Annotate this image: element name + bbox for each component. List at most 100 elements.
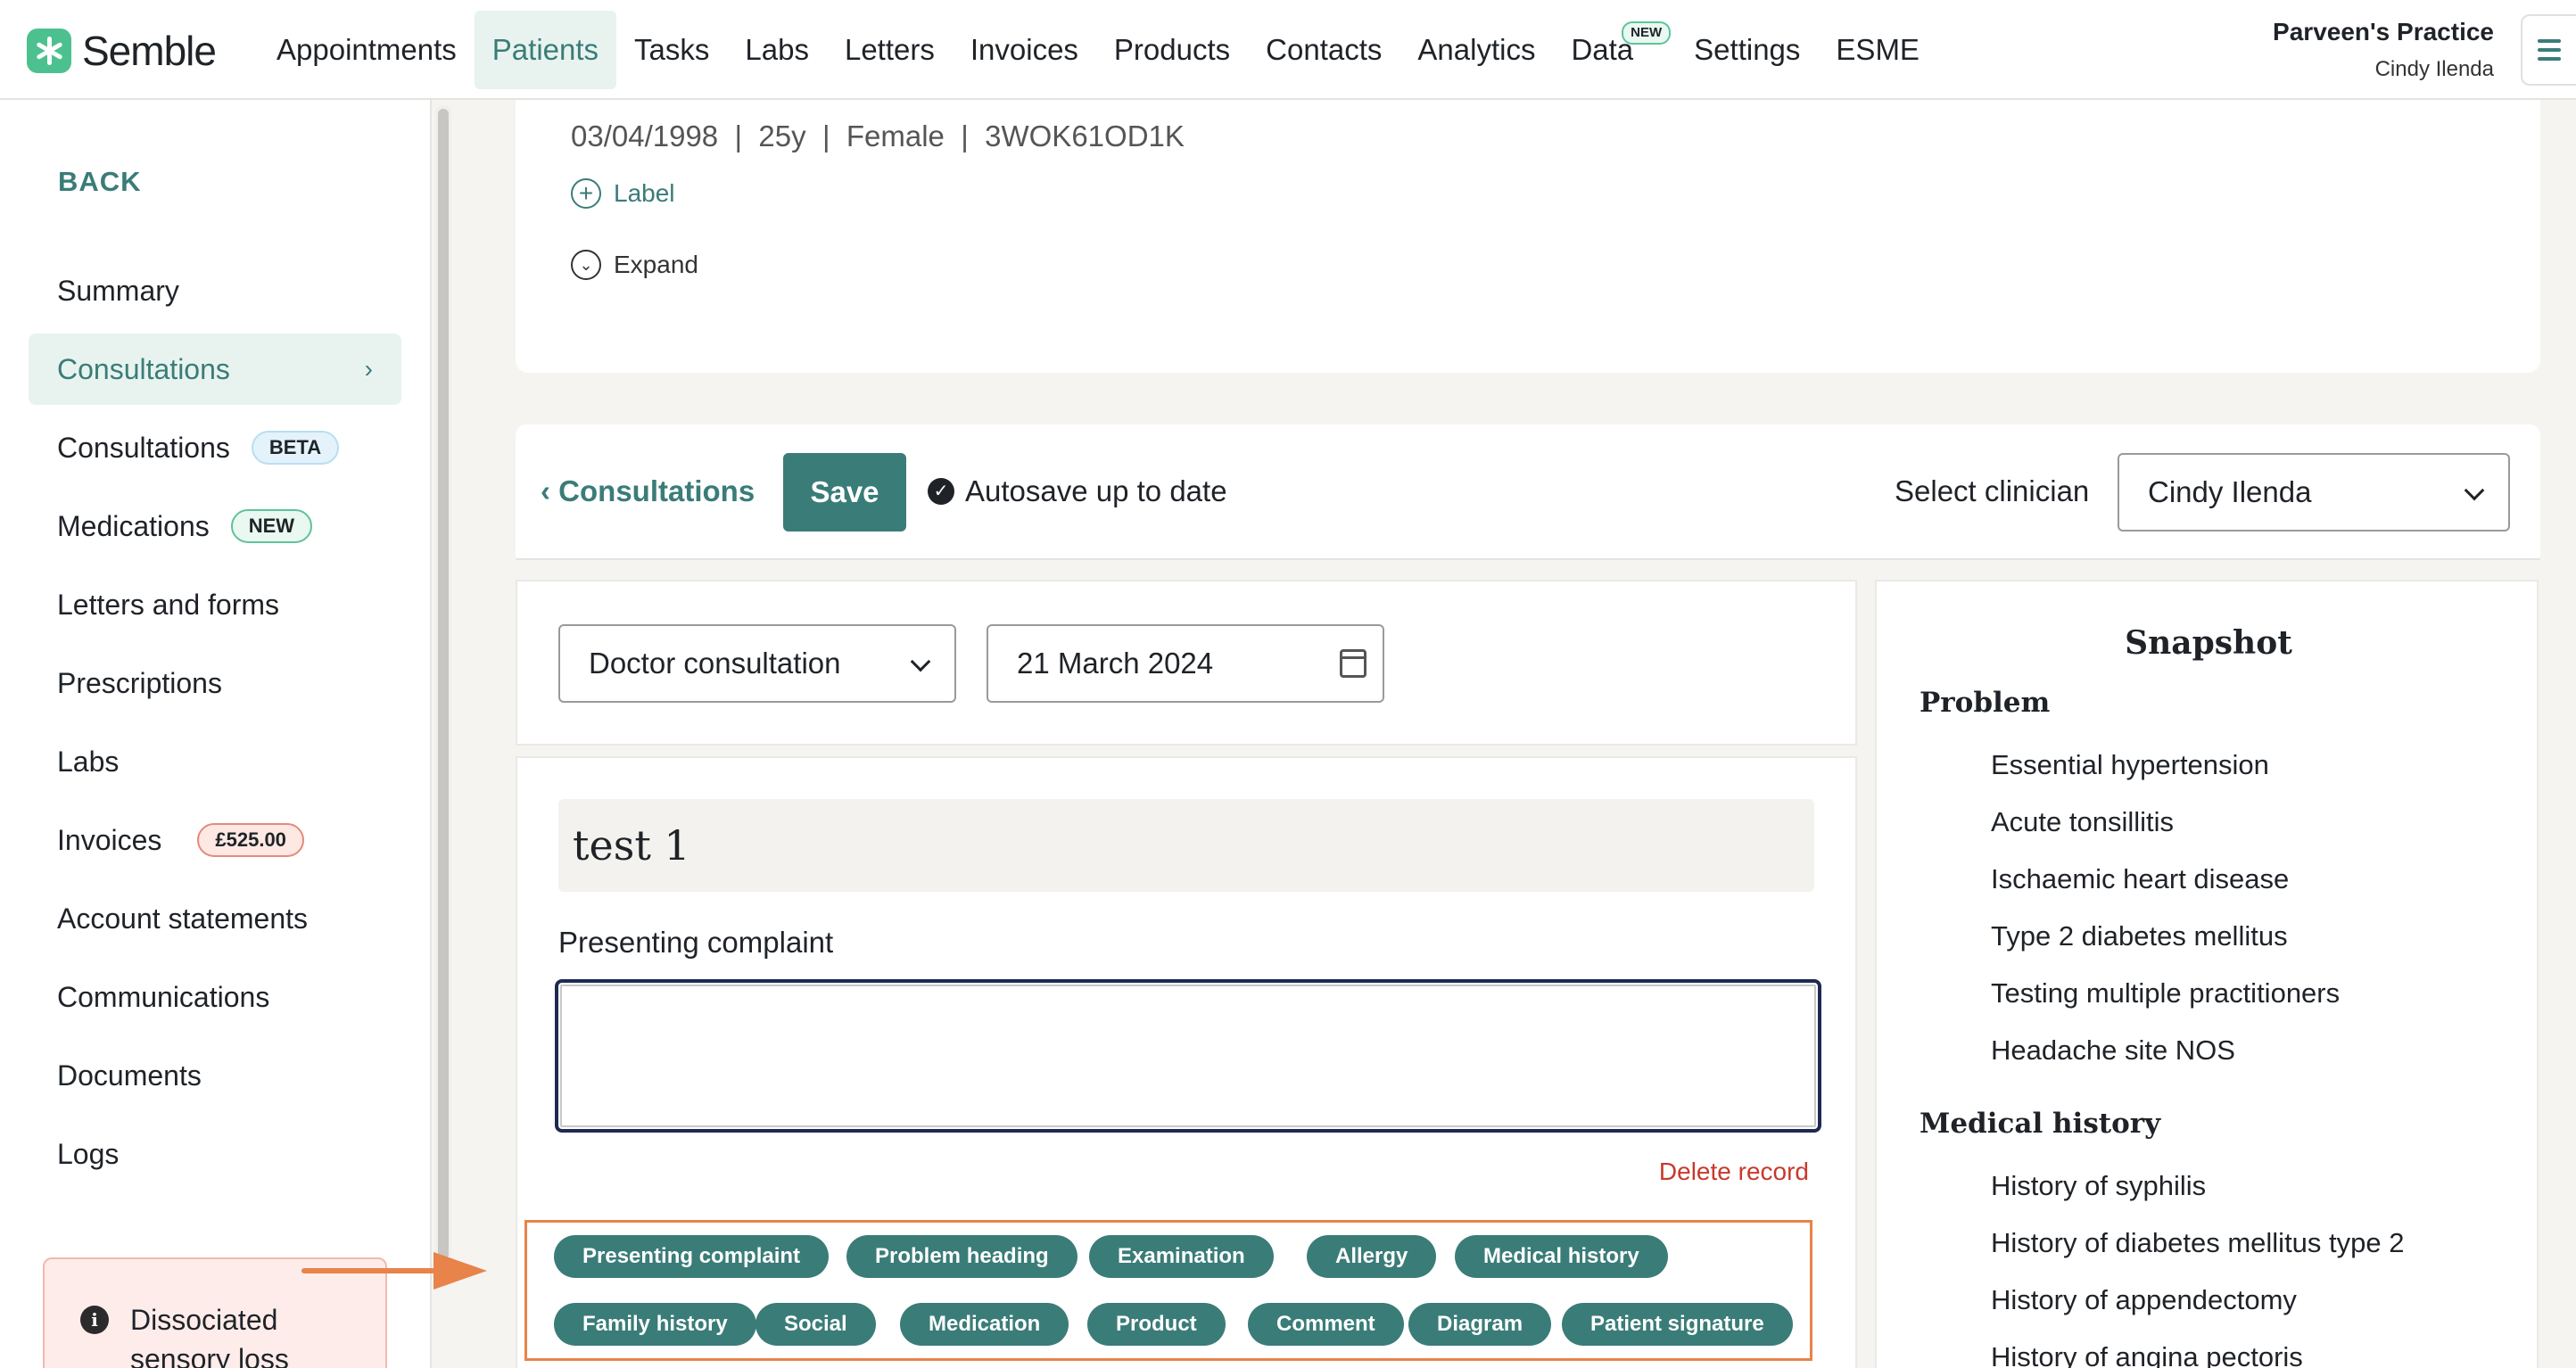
sidebar-item-invoices[interactable]: Invoices £525.00 [29, 804, 401, 876]
problem-item: Headache site NOS [1991, 1034, 2235, 1066]
consultation-type-value: Doctor consultation [589, 647, 841, 680]
chip-problem-heading[interactable]: Problem heading [846, 1235, 1077, 1278]
check-circle-icon: ✓ [928, 478, 954, 505]
sidebar-item-letters-forms[interactable]: Letters and forms [29, 569, 401, 640]
sidebar-item-label: Medications [57, 509, 210, 542]
practice-name: Parveen's Practice [2273, 18, 2494, 45]
sidebar-item-label: Consultations [57, 431, 230, 464]
history-item: History of appendectomy [1991, 1284, 2297, 1315]
history-item: History of syphilis [1991, 1170, 2207, 1201]
add-section-chips: Presenting complaint Problem heading Exa… [524, 1220, 1812, 1361]
snapshot-title: Snapshot [2125, 624, 2292, 662]
delete-record-link[interactable]: Delete record [1659, 1158, 1809, 1186]
brand-logo[interactable]: Semble [27, 27, 217, 75]
problem-heading: Problem [1920, 687, 2051, 719]
sidebar-item-consultations-beta[interactable]: Consultations BETA [29, 412, 401, 483]
autosave-status: ✓ Autosave up to date [928, 474, 1227, 508]
menu-icon[interactable] [2521, 14, 2576, 86]
nav-contacts[interactable]: Contacts [1248, 11, 1399, 89]
alert-line-1: Dissociated [130, 1304, 278, 1336]
chip-product[interactable]: Product [1087, 1303, 1226, 1346]
presenting-complaint-label: Presenting complaint [558, 926, 834, 959]
chip-medication[interactable]: Medication [900, 1303, 1069, 1346]
expand-text: Expand [614, 251, 698, 278]
nav-letters[interactable]: Letters [827, 11, 953, 89]
chip-examination[interactable]: Examination [1089, 1235, 1274, 1278]
nav-settings[interactable]: Settings [1676, 11, 1818, 89]
consultation-toolbar: ‹ Consultations Save ✓ Autosave up to da… [516, 424, 2540, 560]
sidebar-item-summary[interactable]: Summary [29, 255, 401, 326]
problem-item: Type 2 diabetes mellitus [1991, 920, 2288, 952]
patient-alert[interactable]: i Dissociated sensory loss [43, 1257, 387, 1368]
sidebar-item-labs[interactable]: Labs [29, 726, 401, 797]
medical-history-heading: Medical history [1920, 1108, 2161, 1140]
sidebar-item-label: Letters and forms [57, 588, 279, 621]
sidebar-item-label: Invoices [57, 823, 162, 856]
info-icon: i [80, 1306, 109, 1334]
nav-invoices[interactable]: Invoices [953, 11, 1096, 89]
sidebar-item-account-statements[interactable]: Account statements [29, 883, 401, 954]
nav-appointments[interactable]: Appointments [259, 11, 475, 89]
expand-link[interactable]: ⌄ Expand [571, 250, 698, 280]
chip-diagram[interactable]: Diagram [1408, 1303, 1552, 1346]
sidebar-item-prescriptions[interactable]: Prescriptions [29, 647, 401, 719]
chip-allergy[interactable]: Allergy [1307, 1235, 1437, 1278]
problem-item: Essential hypertension [1991, 749, 2269, 780]
back-to-consultations[interactable]: ‹ Consultations [541, 474, 755, 508]
sidebar-item-documents[interactable]: Documents [29, 1040, 401, 1111]
top-navbar: Semble Appointments Patients Tasks Labs … [0, 0, 2576, 100]
sidebar-item-communications[interactable]: Communications [29, 961, 401, 1033]
nav-esme[interactable]: ESME [1818, 11, 1937, 89]
nav-labs[interactable]: Labs [727, 11, 827, 89]
problem-item: Acute tonsillitis [1991, 806, 2175, 837]
nav-patients[interactable]: Patients [474, 11, 617, 89]
chip-presenting-complaint[interactable]: Presenting complaint [554, 1235, 830, 1278]
sidebar-item-medications[interactable]: Medications NEW [29, 490, 401, 562]
sidebar-item-label: Logs [57, 1137, 120, 1170]
clinician-select[interactable]: Cindy Ilenda [2118, 453, 2510, 532]
chip-patient-signature[interactable]: Patient signature [1562, 1303, 1793, 1346]
back-link[interactable]: BACK [58, 166, 142, 198]
new-badge: NEW [1622, 21, 1672, 45]
record-title[interactable]: test 1 [558, 799, 1814, 892]
chip-social[interactable]: Social [755, 1303, 876, 1346]
patient-demographics: 03/04/1998 | 25y | Female | 3WOK61OD1K [571, 119, 1185, 152]
chevron-right-icon: › [364, 355, 373, 383]
back-consultations-label: Consultations [558, 474, 755, 507]
nav-tasks[interactable]: Tasks [616, 11, 727, 89]
save-button[interactable]: Save [783, 453, 906, 532]
alert-text: Dissociated sensory loss [130, 1300, 289, 1368]
new-badge: NEW [230, 509, 313, 543]
sidebar-item-label: Documents [57, 1059, 202, 1092]
nav-products[interactable]: Products [1096, 11, 1248, 89]
arrow-annotation-icon [301, 1268, 435, 1273]
add-label-link[interactable]: + Label [571, 178, 675, 209]
alert-line-2: sensory loss [130, 1343, 289, 1368]
chip-medical-history[interactable]: Medical history [1455, 1235, 1668, 1278]
presenting-complaint-textarea[interactable] [555, 979, 1821, 1133]
nav-analytics[interactable]: Analytics [1399, 11, 1553, 89]
history-item: History of angina pectoris [1991, 1341, 2303, 1368]
nav-data[interactable]: Data NEW [1553, 11, 1672, 89]
practice-switcher[interactable]: Parveen's Practice Cindy Ilenda [2273, 18, 2494, 82]
consultation-meta: Doctor consultation 21 March 2024 [516, 580, 1857, 746]
current-user: Cindy Ilenda [2374, 57, 2494, 81]
sidebar-item-consultations[interactable]: Consultations › [29, 334, 401, 405]
sidebar-item-label: Labs [57, 745, 120, 778]
problem-item: Testing multiple practitioners [1991, 977, 2341, 1009]
add-label-text: Label [614, 179, 675, 207]
calendar-icon[interactable] [1340, 649, 1366, 678]
chevron-down-circle-icon: ⌄ [571, 250, 601, 280]
chip-comment[interactable]: Comment [1248, 1303, 1404, 1346]
sidebar-scrollbar-thumb[interactable] [438, 109, 449, 1259]
sidebar-item-logs[interactable]: Logs [29, 1118, 401, 1190]
main-menu: Appointments Patients Tasks Labs Letters… [259, 11, 1937, 89]
plus-circle-icon: + [571, 178, 601, 209]
snapshot-panel: Snapshot Problem Essential hypertension … [1875, 580, 2539, 1368]
sidebar-item-label: Communications [57, 980, 270, 1013]
consultation-record: test 1 Presenting complaint Delete recor… [516, 756, 1857, 1368]
clinician-value: Cindy Ilenda [2148, 475, 2312, 508]
consultation-type-select[interactable]: Doctor consultation [558, 624, 956, 703]
consultation-date-input[interactable]: 21 March 2024 [987, 624, 1384, 703]
chip-family-history[interactable]: Family history [554, 1303, 756, 1346]
